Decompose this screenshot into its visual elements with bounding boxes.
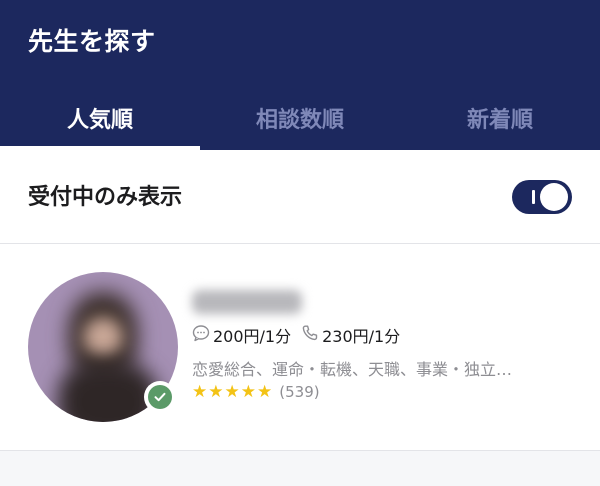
tab-newest[interactable]: 新着順 [400,86,600,150]
star-icon: ★ [257,382,273,402]
page-title: 先生を探す [28,27,156,56]
counselor-card[interactable]: 200円/1分 230円/1分 恋愛総合、運命・転機、天職、事業・独立… ★ ★… [0,244,600,451]
chat-bubble-icon [192,324,213,346]
phone-price-text: 230円/1分 [322,327,401,346]
star-icon: ★ [192,382,208,402]
available-only-label: 受付中のみ表示 [28,185,183,210]
review-count: (539) [279,383,320,401]
star-icon: ★ [208,382,224,402]
star-rating: ★ ★ ★ ★ ★ [192,382,273,402]
toggle-knob [540,183,568,211]
tab-consultation-count-label: 相談数順 [255,108,344,133]
tab-popular-label: 人気順 [66,108,133,133]
counselor-categories: 恋愛総合、運命・転機、天職、事業・独立… [192,360,513,379]
tab-newest-label: 新着順 [466,108,533,133]
counselor-list: 200円/1分 230円/1分 恋愛総合、運命・転機、天職、事業・独立… ★ ★… [0,244,600,451]
counselor-name [192,290,302,314]
chat-price: 200円/1分 [192,323,291,347]
rating: ★ ★ ★ ★ ★ (539) [192,382,320,402]
star-icon: ★ [224,382,240,402]
phone-icon [301,324,322,346]
tab-popular[interactable]: 人気順 [0,86,200,150]
tab-consultation-count[interactable]: 相談数順 [200,86,400,150]
checkmark-icon [148,385,172,409]
toggle-on-indicator [532,190,535,204]
star-icon: ★ [240,382,256,402]
chat-price-text: 200円/1分 [213,327,292,346]
phone-price: 230円/1分 [301,323,400,347]
price-row: 200円/1分 230円/1分 [192,324,410,346]
app-header: 先生を探す 人気順 相談数順 新着順 [0,0,600,150]
sort-tabs: 人気順 相談数順 新着順 [0,86,600,150]
available-only-toggle[interactable] [512,180,572,214]
verified-badge [144,381,176,413]
available-only-filter-row: 受付中のみ表示 [0,150,600,244]
